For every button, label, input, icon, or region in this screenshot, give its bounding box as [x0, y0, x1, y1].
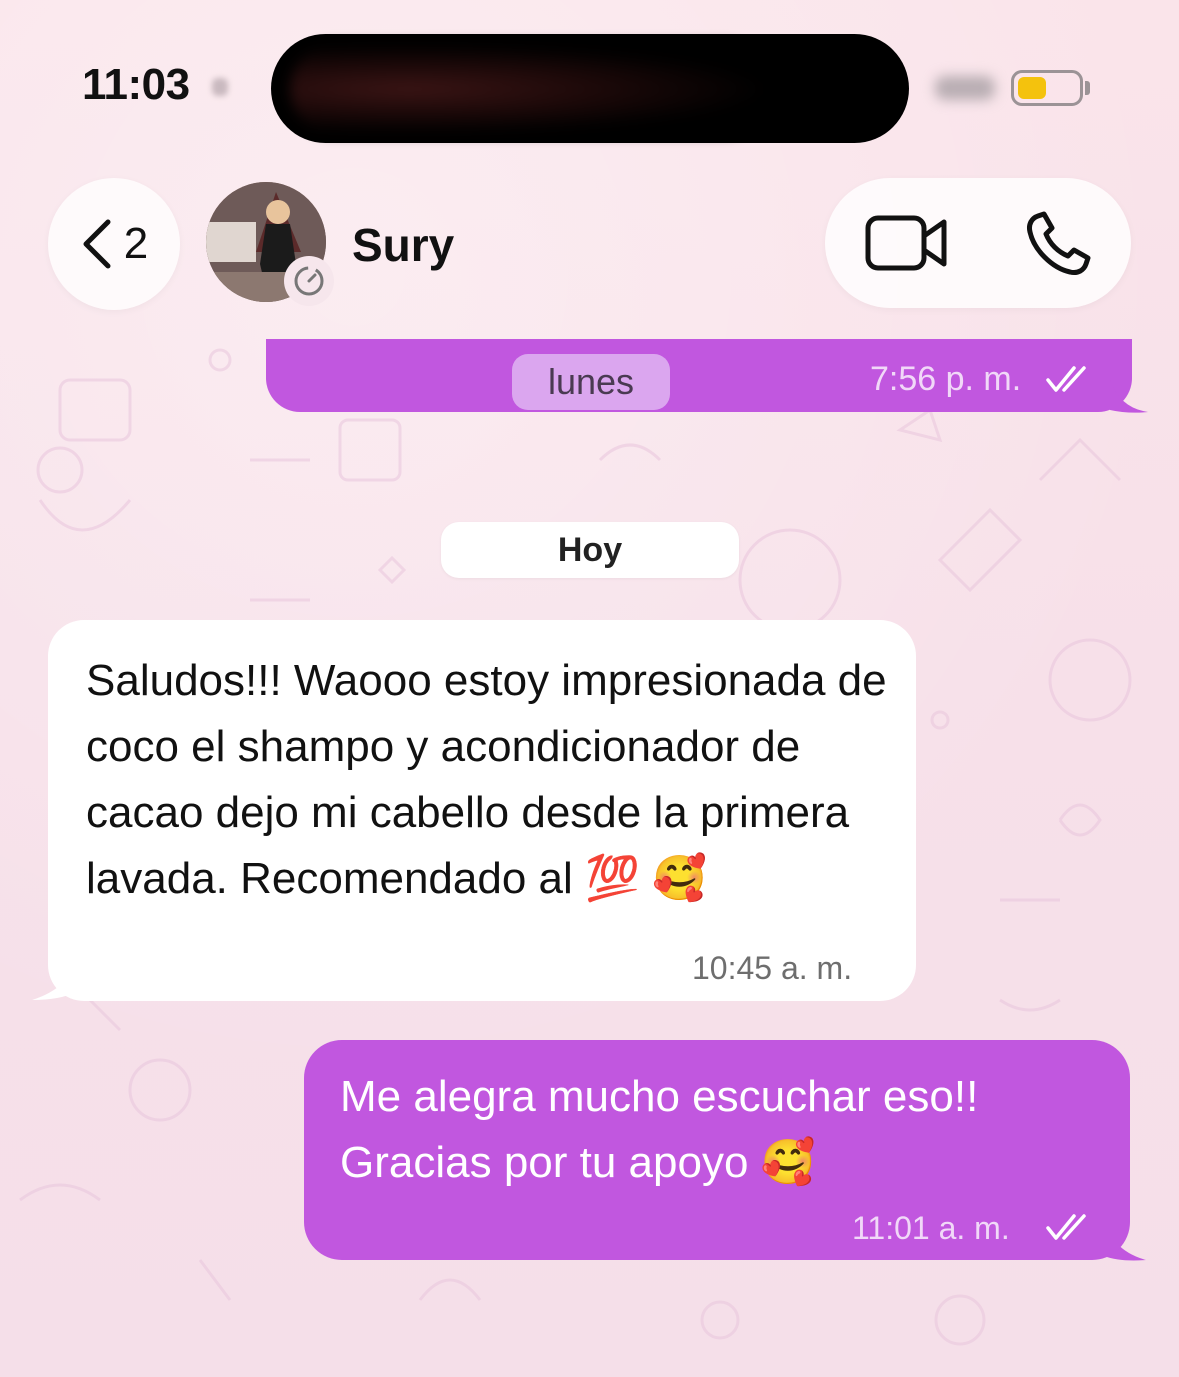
disappearing-timer-icon — [294, 266, 324, 296]
video-call-icon[interactable] — [864, 212, 950, 274]
back-button[interactable]: 2 — [48, 178, 180, 310]
read-receipt-icon — [1046, 366, 1086, 392]
message-time: 11:01 a. m. — [852, 1210, 1010, 1246]
bubble-tail — [1110, 380, 1148, 413]
battery-icon — [1011, 70, 1083, 106]
unread-count: 2 — [123, 219, 149, 268]
date-separator: Hoy — [441, 522, 739, 578]
redacted-area — [290, 44, 770, 134]
phone-icon[interactable] — [1024, 210, 1094, 280]
disappearing-timer-badge — [284, 256, 334, 306]
chevron-left-icon — [83, 219, 111, 269]
status-indicator — [212, 78, 228, 96]
message-text: Me alegra mucho escuchar eso!! Gracias p… — [340, 1072, 979, 1187]
message-time: 10:45 a. m. — [692, 950, 853, 986]
status-time: 11:03 — [82, 60, 190, 109]
contact-name[interactable]: Sury — [352, 218, 454, 272]
message-time: 7:56 p. m. — [870, 360, 1022, 398]
message-text: Saludos!!! Waooo estoy impresionada de c… — [86, 656, 887, 903]
battery-tip — [1085, 81, 1090, 95]
message-label: lunes — [512, 354, 670, 410]
battery-level — [1018, 77, 1046, 99]
read-receipt-icon — [1046, 1214, 1086, 1240]
signal-icon — [935, 76, 995, 100]
